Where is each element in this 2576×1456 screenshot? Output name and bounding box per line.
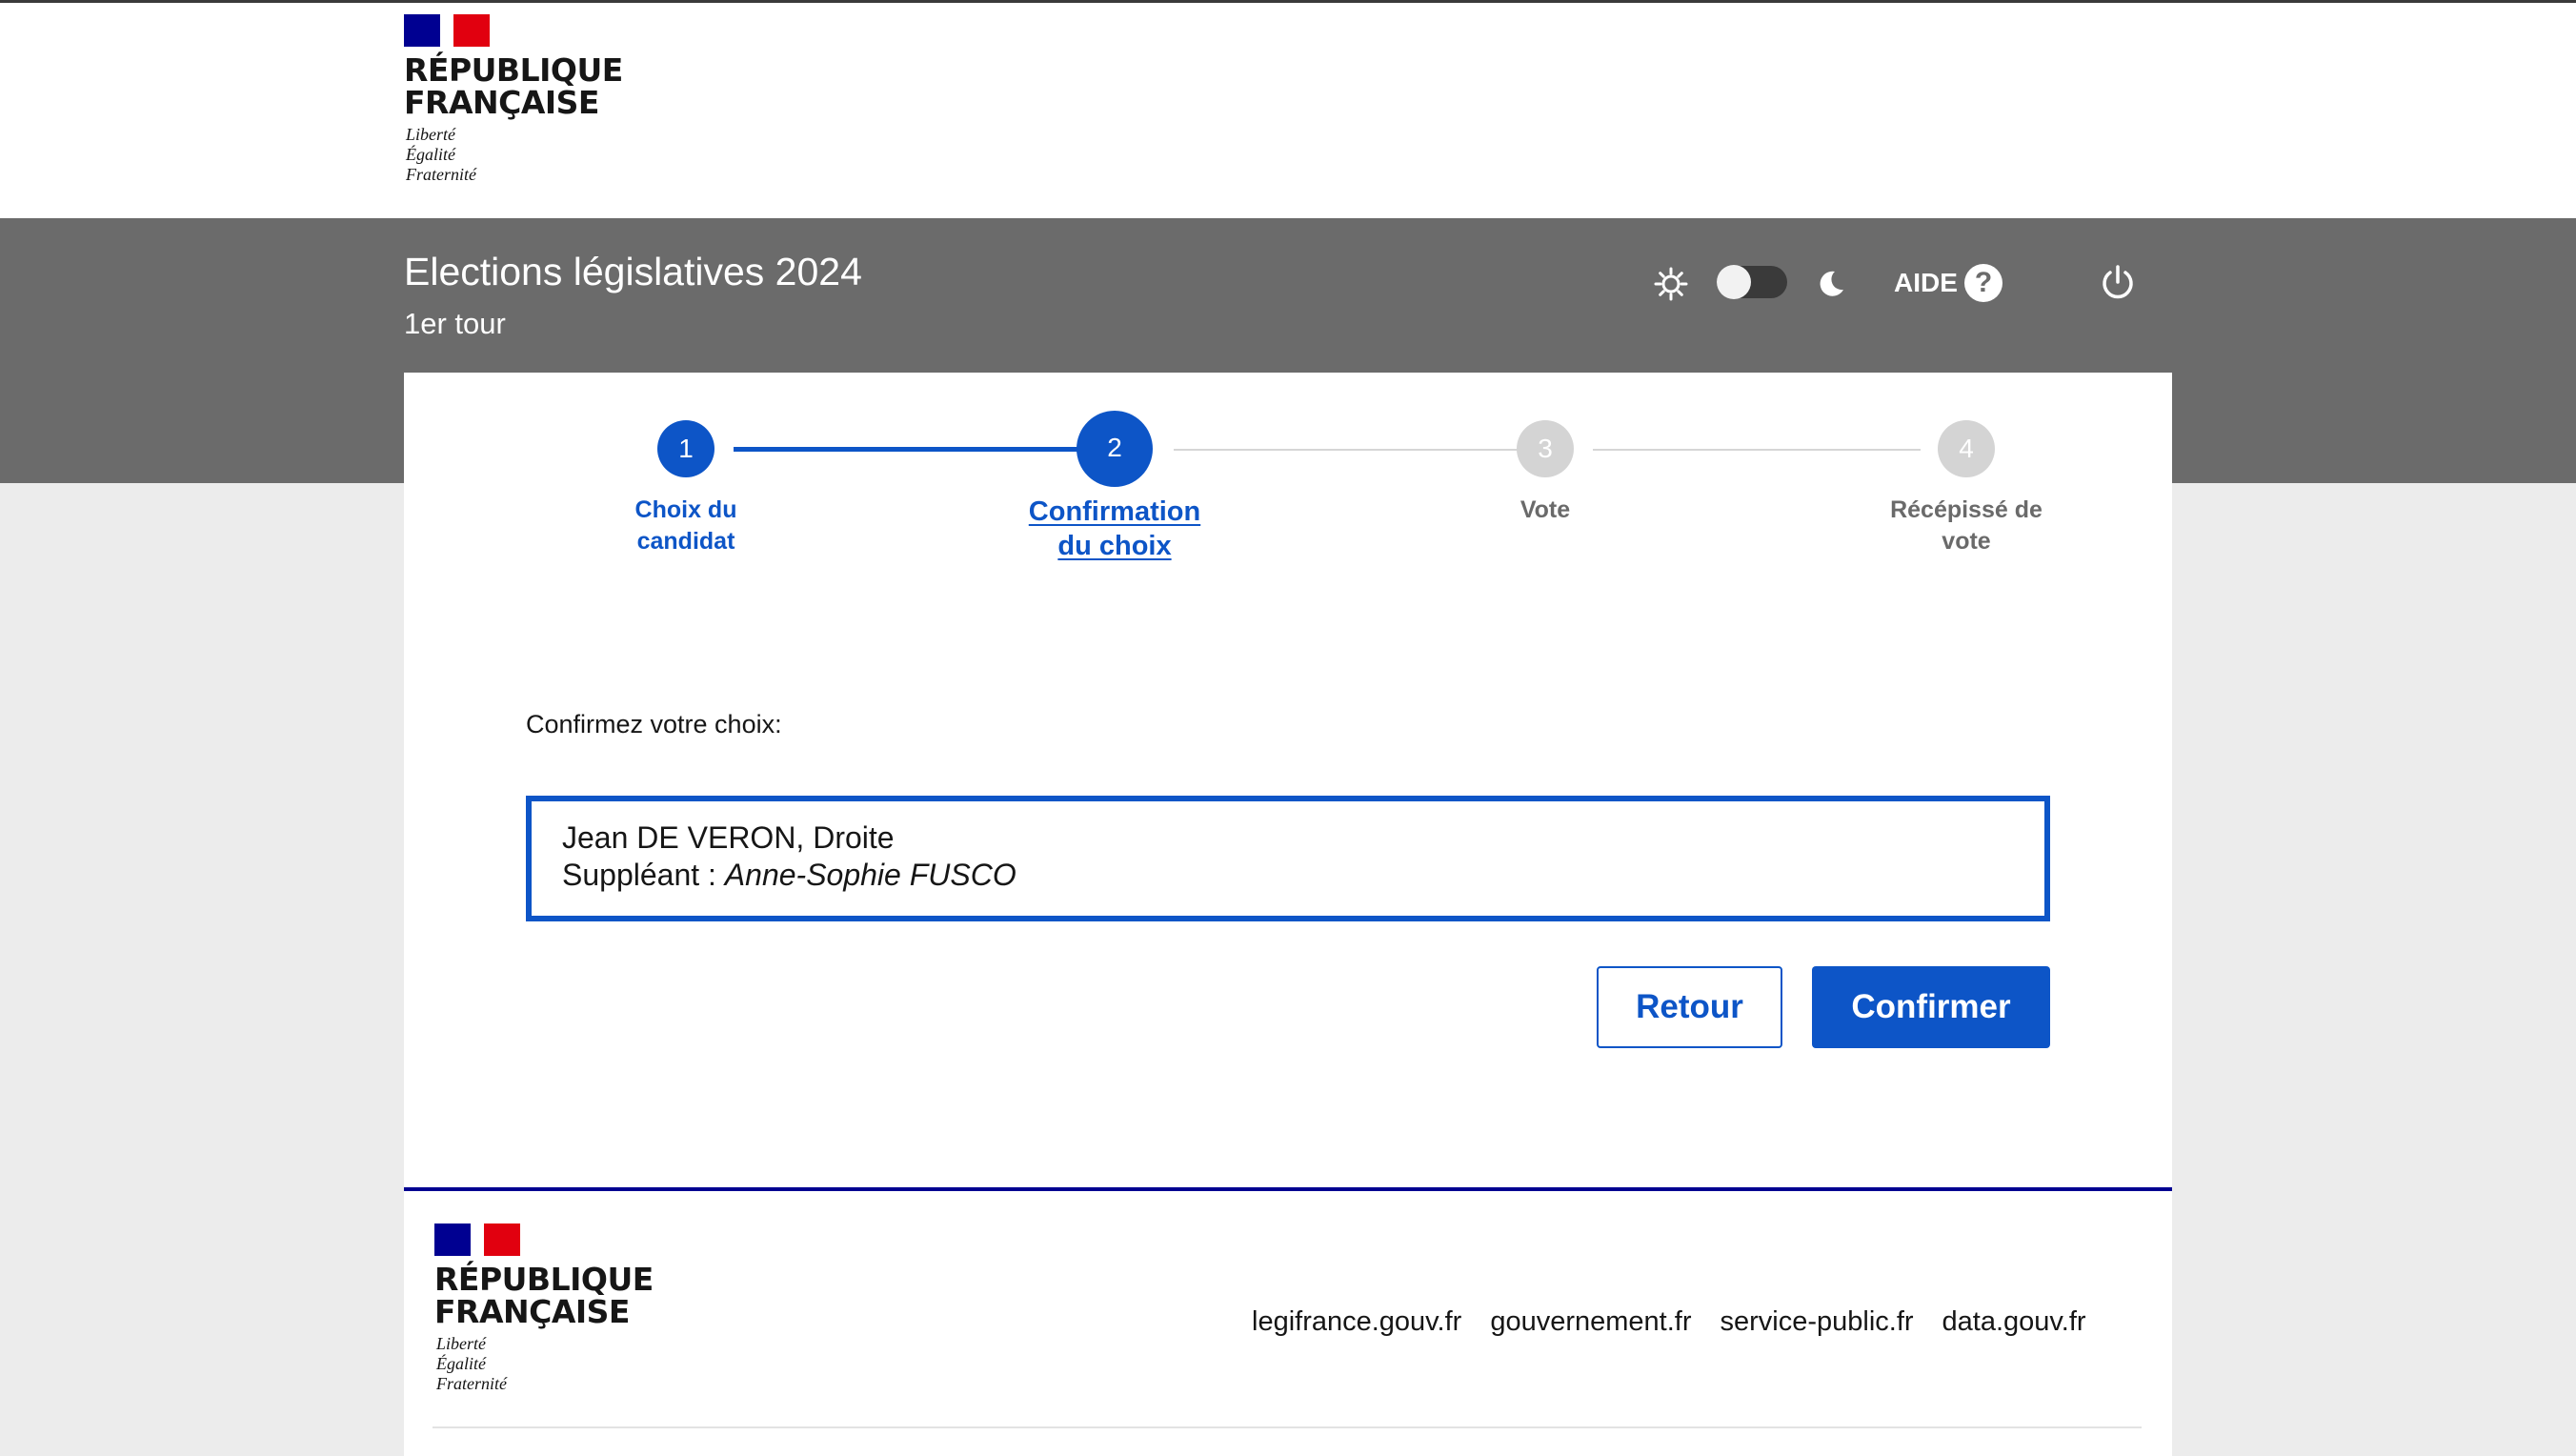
substitute-label: Suppléant :	[562, 858, 725, 892]
substitute-line: Suppléant : Anne-Sophie FUSCO	[562, 858, 1016, 893]
footer-link-gouvernement[interactable]: gouvernement.fr	[1490, 1306, 1691, 1337]
power-icon[interactable]	[2098, 263, 2138, 303]
step-connector-2-3	[1174, 449, 1520, 451]
footer-brand-motto: Liberté Égalité Fraternité	[436, 1334, 507, 1393]
footer-link-legifrance[interactable]: legifrance.gouv.fr	[1252, 1306, 1461, 1337]
brand-name: RÉPUBLIQUE FRANÇAISE	[404, 51, 623, 121]
step-4-label: Récépissé de vote	[1890, 496, 2043, 555]
step-4-circle: 4	[1938, 420, 1995, 477]
marianne-flag-icon	[404, 14, 490, 47]
substitute-name: Anne-Sophie FUSCO	[724, 858, 1016, 892]
theme-toggle-knob	[1717, 265, 1751, 299]
selected-choice-box: Jean DE VERON, Droite Suppléant : Anne-S…	[526, 796, 2050, 921]
step-3-label: Vote	[1519, 496, 1571, 523]
step-3-circle: 3	[1517, 420, 1574, 477]
footer-marianne-flag-icon	[434, 1223, 520, 1256]
footer-separator	[433, 1426, 2142, 1428]
sun-icon	[1654, 267, 1688, 301]
page-subtitle: 1er tour	[404, 307, 506, 340]
confirm-button[interactable]: Confirmer	[1812, 966, 2050, 1048]
step-2-circle: 2	[1077, 411, 1153, 487]
footer-link-data-gouv[interactable]: data.gouv.fr	[1942, 1306, 2086, 1337]
page-title: Elections législatives 2024	[404, 250, 862, 293]
help-icon[interactable]: ?	[1964, 264, 2002, 302]
back-button[interactable]: Retour	[1597, 966, 1782, 1048]
site-header: RÉPUBLIQUE FRANÇAISE Liberté Égalité Fra…	[0, 3, 2576, 218]
brand-motto: Liberté Égalité Fraternité	[406, 125, 476, 184]
confirm-prompt: Confirmez votre choix:	[526, 710, 782, 738]
step-1-circle: 1	[657, 420, 714, 477]
footer-link-service-public[interactable]: service-public.fr	[1720, 1306, 1913, 1337]
step-connector-3-4	[1593, 449, 1921, 451]
help-label[interactable]: AIDE	[1894, 268, 1958, 298]
vote-card: 1 2 3 4 Choix du candidat Confirmation d…	[404, 373, 2172, 1456]
step-2-label[interactable]: Confirmation du choix	[962, 495, 1267, 563]
footer-top-rule	[404, 1187, 2172, 1191]
candidate-name: Jean DE VERON, Droite	[562, 820, 895, 855]
moon-icon	[1820, 271, 1843, 296]
step-connector-1-2	[734, 447, 1082, 452]
footer-links: legifrance.gouv.fr gouvernement.fr service…	[1252, 1306, 2086, 1338]
step-1-label[interactable]: Choix du candidat	[572, 495, 800, 557]
footer-brand-name: RÉPUBLIQUE FRANÇAISE	[434, 1261, 654, 1330]
theme-toggle[interactable]	[1717, 265, 1787, 299]
